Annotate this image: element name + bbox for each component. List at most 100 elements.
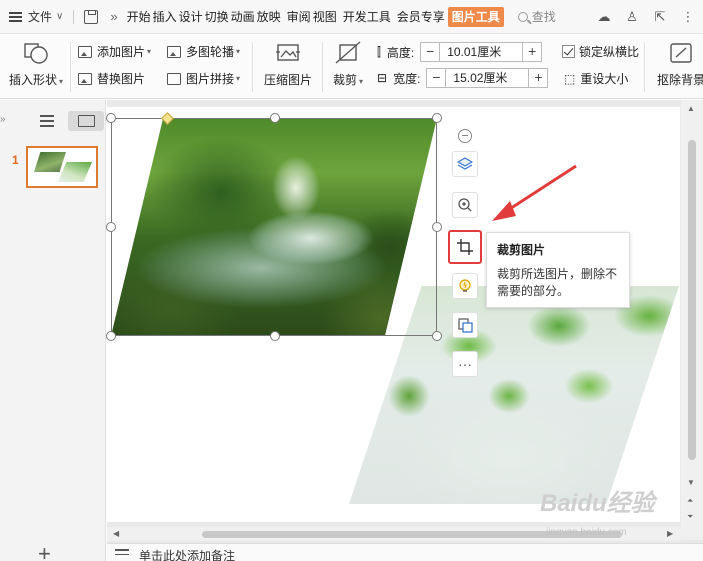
- tab-view[interactable]: 视图: [312, 0, 338, 34]
- divider: [644, 42, 645, 92]
- tab-developer[interactable]: 开发工具: [342, 0, 392, 34]
- ellipsis-icon: ···: [458, 356, 472, 372]
- compress-picture-label: 压缩图片: [263, 73, 312, 87]
- scroll-thumb[interactable]: [688, 140, 696, 460]
- slide-view-icon[interactable]: [68, 111, 104, 131]
- page-up-icon[interactable]: ⏶: [687, 496, 693, 506]
- zoom-button[interactable]: [452, 192, 478, 218]
- menu-icon[interactable]: [0, 15, 30, 18]
- outline-view-icon[interactable]: [40, 115, 54, 127]
- notes-icon: [115, 549, 129, 558]
- collapse-panel-icon[interactable]: »: [0, 114, 5, 125]
- height-row: ⫿ 高度: − 10.01厘米 +: [377, 42, 543, 62]
- vertical-scrollbar[interactable]: ▲ ▼ ⏶ ⏷: [681, 100, 703, 540]
- window-actions: ☁ ♙ ⇱ ⋮: [597, 0, 695, 34]
- save-icon[interactable]: [84, 9, 99, 24]
- add-picture-button[interactable]: 添加图片 ▾: [78, 43, 151, 60]
- minus-circle-icon: [458, 129, 472, 143]
- collapse-toolbar-button[interactable]: [452, 123, 478, 149]
- selection-box: [106, 112, 442, 341]
- tab-picture-tools[interactable]: 图片工具: [447, 6, 504, 27]
- insert-shape-label: 插入形状 ▾: [8, 73, 64, 87]
- width-increase-button[interactable]: +: [528, 68, 549, 88]
- add-slide-icon[interactable]: +: [38, 541, 51, 561]
- resize-handle[interactable]: [432, 222, 442, 232]
- picture-convert-button[interactable]: [452, 312, 478, 338]
- ribbon-tabs: 开始 插入 设计 切换 动画 放映 审阅 视图 开发工具 会员专享 图片工具: [126, 0, 504, 34]
- crop-picture-button[interactable]: [448, 230, 482, 264]
- insert-shape-button[interactable]: 插入形状 ▾: [4, 34, 68, 88]
- resize-handle[interactable]: [432, 113, 442, 123]
- tab-review[interactable]: 审阅: [286, 0, 312, 34]
- user-icon[interactable]: ♙: [625, 10, 639, 24]
- picture-stitch-button[interactable]: 图片拼接 ▾: [167, 70, 240, 87]
- compress-picture-button[interactable]: 压缩图片: [260, 34, 316, 88]
- chevron-down-icon[interactable]: ∨: [56, 11, 63, 22]
- scroll-down-icon[interactable]: ▼: [687, 478, 695, 487]
- reset-size-button[interactable]: ⬚ 重设大小: [564, 70, 628, 87]
- stitch-icon: [167, 72, 181, 85]
- thumbnail-picture: [58, 162, 92, 182]
- tab-home[interactable]: 开始: [126, 0, 152, 34]
- width-input[interactable]: 15.02厘米: [446, 68, 529, 88]
- layers-icon: [457, 157, 473, 170]
- tab-slideshow[interactable]: 放映: [256, 0, 282, 34]
- more-chevron-icon[interactable]: »: [110, 9, 117, 24]
- menu-bar: 文件 ∨ » 开始 插入 设计 切换 动画 放映 审阅 视图 开发工具 会员专享…: [0, 0, 703, 34]
- scroll-left-icon[interactable]: ◀: [113, 529, 119, 538]
- share-icon[interactable]: ⇱: [653, 10, 667, 24]
- page-down-icon[interactable]: ⏷: [687, 512, 693, 522]
- more-icon[interactable]: ⋮: [681, 10, 695, 24]
- shape-adjust-handle[interactable]: [161, 112, 174, 125]
- crop-button[interactable]: 裁剪 ▾: [328, 34, 368, 88]
- divider: [252, 42, 253, 92]
- remove-background-button[interactable]: 抠除背景: [655, 34, 703, 88]
- carousel-icon: [167, 45, 181, 58]
- multi-carousel-button[interactable]: 多图轮播 ▾: [167, 43, 240, 60]
- picture-icon: [78, 45, 92, 58]
- tab-member[interactable]: 会员专享: [396, 0, 446, 34]
- smart-button[interactable]: [452, 273, 478, 299]
- divider: [70, 42, 71, 92]
- tab-transition[interactable]: 切换: [204, 0, 230, 34]
- slide-panel: » 1 +: [0, 100, 106, 561]
- width-decrease-button[interactable]: −: [426, 68, 447, 88]
- height-input[interactable]: 10.01厘米: [440, 42, 523, 62]
- lock-ratio-checkbox[interactable]: 锁定纵横比: [562, 43, 639, 60]
- file-menu[interactable]: 文件: [28, 8, 52, 25]
- tab-animation[interactable]: 动画: [230, 0, 256, 34]
- resize-handle[interactable]: [270, 331, 280, 341]
- more-options-button[interactable]: ···: [452, 351, 478, 377]
- checkbox-checked-icon: [562, 45, 575, 58]
- cloud-icon[interactable]: ☁: [597, 10, 611, 24]
- multi-carousel-label: 多图轮播: [186, 45, 235, 59]
- width-stepper[interactable]: − 15.02厘米 +: [426, 68, 549, 88]
- resize-handle[interactable]: [270, 113, 280, 123]
- crop-icon: [457, 239, 473, 255]
- resize-handle[interactable]: [432, 331, 442, 341]
- tooltip-title: 裁剪图片: [497, 243, 546, 257]
- picture-convert-icon: [458, 318, 473, 333]
- scroll-up-icon[interactable]: ▲: [687, 104, 695, 113]
- layers-button[interactable]: [452, 151, 478, 177]
- search-icon: [517, 11, 528, 22]
- height-stepper[interactable]: − 10.01厘米 +: [420, 42, 543, 62]
- tab-design[interactable]: 设计: [178, 0, 204, 34]
- width-label: 宽度:: [393, 71, 421, 86]
- slide[interactable]: ··· 裁剪图片 裁剪所选图片，删除不需要的部分。: [106, 107, 680, 522]
- height-label: 高度:: [386, 45, 415, 60]
- resize-handle[interactable]: [106, 222, 116, 232]
- notes-placeholder[interactable]: 单击此处添加备注: [139, 547, 235, 561]
- scroll-right-icon[interactable]: ▶: [667, 529, 673, 538]
- resize-handle[interactable]: [106, 331, 116, 341]
- thumbnail-picture: [34, 152, 66, 172]
- height-increase-button[interactable]: +: [522, 42, 543, 62]
- tab-insert[interactable]: 插入: [152, 0, 178, 34]
- slide-thumbnail[interactable]: [26, 146, 98, 188]
- height-decrease-button[interactable]: −: [420, 42, 441, 62]
- search-button[interactable]: 查找: [517, 8, 556, 25]
- resize-handle[interactable]: [106, 113, 116, 123]
- replace-picture-label: 替换图片: [97, 72, 146, 86]
- notes-bar[interactable]: 单击此处添加备注: [107, 543, 703, 561]
- replace-picture-button[interactable]: 替换图片: [78, 70, 145, 87]
